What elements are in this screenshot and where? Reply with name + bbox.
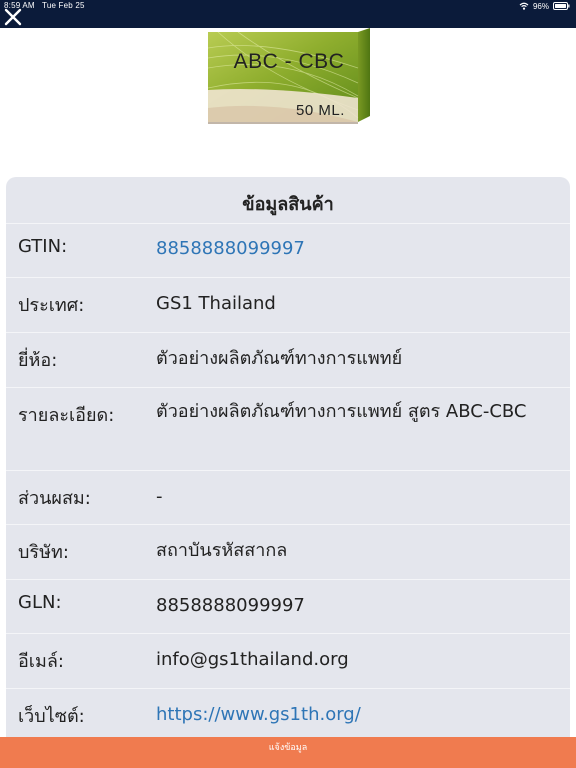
- gtin-link[interactable]: 8858888099997: [156, 235, 556, 262]
- row-label: อีเมล์:: [18, 651, 64, 672]
- info-row-company: บริษัท: สถาบันรหัสสากล: [6, 524, 570, 579]
- row-value: info@gs1thailand.org: [156, 649, 349, 670]
- row-label: เว็บไซต์:: [18, 706, 85, 727]
- row-value: GS1 Thailand: [156, 293, 276, 314]
- info-row-ingredients: ส่วนผสม: -: [6, 470, 570, 524]
- row-label: ประเทศ:: [18, 295, 85, 316]
- row-value: ตัวอย่างผลิตภัณฑ์ทางการแพทย์: [156, 348, 403, 369]
- row-label: รายละเอียด:: [18, 405, 115, 426]
- row-label: บริษัท:: [18, 542, 69, 563]
- product-label-volume: 50 ML.: [296, 102, 345, 119]
- product-image: ABC - CBC 50 ML.: [208, 28, 370, 124]
- info-row-brand: ยี่ห้อ: ตัวอย่างผลิตภัณฑ์ทางการแพทย์: [6, 332, 570, 387]
- battery-percent: 96%: [532, 1, 549, 11]
- row-value: -: [156, 486, 163, 507]
- info-row-email: อีเมล์: info@gs1thailand.org: [6, 633, 570, 688]
- row-label: GTIN:: [18, 236, 68, 257]
- product-info-card: ข้อมูลสินค้า GTIN: 8858888099997 ประเทศ:…: [6, 177, 570, 768]
- info-row-country: ประเทศ: GS1 Thailand: [6, 277, 570, 332]
- close-icon: [4, 8, 22, 26]
- status-indicators: 96%: [519, 1, 570, 11]
- row-label: GLN:: [18, 592, 62, 613]
- row-value: 8858888099997: [156, 595, 305, 616]
- status-date-text: Tue Feb 25: [42, 1, 85, 10]
- info-row-gtin: GTIN: 8858888099997: [6, 223, 570, 277]
- row-label: ยี่ห้อ:: [18, 350, 58, 371]
- row-value: สถาบันรหัสสากล: [156, 540, 288, 561]
- website-link[interactable]: https://www.gs1th.org/: [156, 701, 556, 728]
- product-label-main: ABC - CBC: [233, 50, 345, 73]
- info-row-gln: GLN: 8858888099997: [6, 579, 570, 633]
- row-label: ส่วนผสม:: [18, 488, 91, 509]
- status-bar: 8:59 AM Tue Feb 25 96%: [0, 0, 576, 28]
- battery-icon: [553, 2, 570, 10]
- report-button-label: แจ้งข้อมูล: [268, 743, 308, 753]
- row-value: ตัวอย่างผลิตภัณฑ์ทางการแพทย์ สูตร ABC-CB…: [156, 401, 527, 422]
- report-info-button[interactable]: แจ้งข้อมูล: [0, 737, 576, 768]
- product-detail-screen: 8:59 AM Tue Feb 25 96% ABC - CBC 50 ML. …: [0, 0, 576, 768]
- info-row-description: รายละเอียด: ตัวอย่างผลิตภัณฑ์ทางการแพทย์…: [6, 387, 570, 470]
- product-box-graphic: [208, 28, 370, 124]
- card-title: ข้อมูลสินค้า: [242, 194, 334, 215]
- close-button[interactable]: [3, 7, 23, 27]
- wifi-icon: [519, 2, 529, 10]
